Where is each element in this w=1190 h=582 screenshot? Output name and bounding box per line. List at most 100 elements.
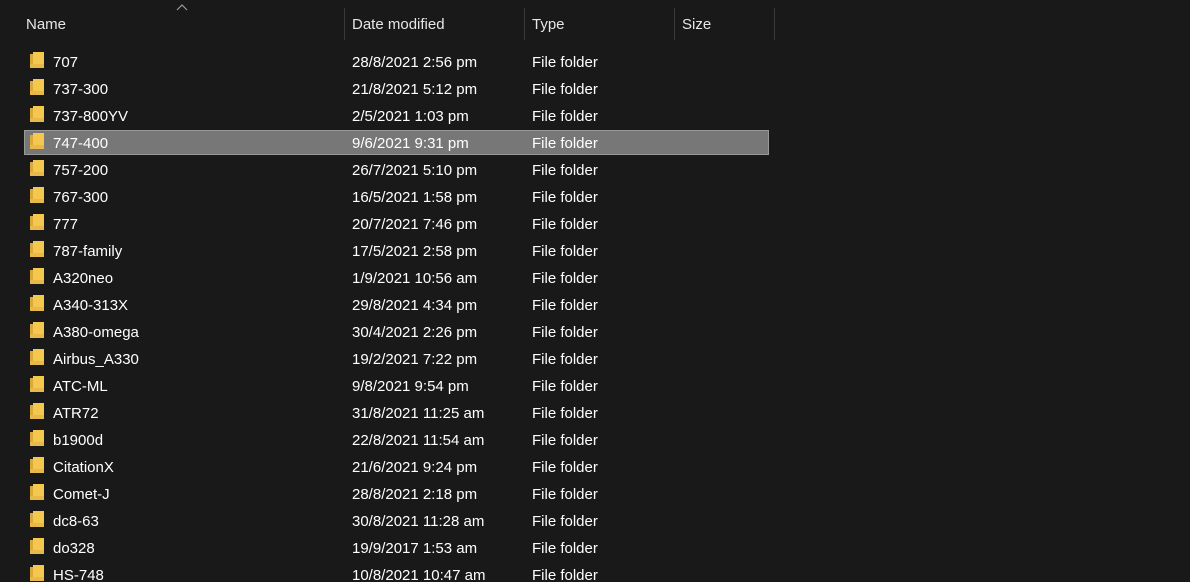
file-name: 777 bbox=[53, 216, 79, 233]
file-name: Comet-J bbox=[53, 486, 110, 503]
file-date-modified: 21/6/2021 9:24 pm bbox=[352, 459, 478, 476]
folder-icon bbox=[30, 295, 44, 311]
file-row[interactable]: 787-family 17/5/2021 2:58 pm File folder bbox=[24, 238, 769, 263]
file-date-modified: 17/5/2021 2:58 pm bbox=[352, 243, 478, 260]
column-header-name[interactable]: Name bbox=[20, 6, 344, 40]
file-date-modified: 10/8/2021 10:47 am bbox=[352, 567, 486, 582]
file-type: File folder bbox=[532, 162, 598, 179]
file-row[interactable]: do328 19/9/2017 1:53 am File folder bbox=[24, 535, 769, 560]
file-type: File folder bbox=[532, 297, 598, 314]
file-date-modified: 31/8/2021 11:25 am bbox=[352, 405, 485, 422]
file-row[interactable]: CitationX 21/6/2021 9:24 pm File folder bbox=[24, 454, 769, 479]
file-row[interactable]: 777 20/7/2021 7:46 pm File folder bbox=[24, 211, 769, 236]
folder-icon bbox=[30, 403, 44, 419]
file-row[interactable]: 767-300 16/5/2021 1:58 pm File folder bbox=[24, 184, 769, 209]
folder-icon bbox=[30, 376, 44, 392]
folder-icon bbox=[30, 322, 44, 338]
folder-icon bbox=[30, 79, 44, 95]
file-type: File folder bbox=[532, 135, 598, 152]
file-row[interactable]: Airbus_A330 19/2/2021 7:22 pm File folder bbox=[24, 346, 769, 371]
file-row[interactable]: 737-800YV 2/5/2021 1:03 pm File folder bbox=[24, 103, 769, 128]
file-type: File folder bbox=[532, 405, 598, 422]
file-row[interactable]: Comet-J 28/8/2021 2:18 pm File folder bbox=[24, 481, 769, 506]
column-header-date-modified[interactable]: Date modified bbox=[346, 6, 524, 40]
folder-icon bbox=[30, 565, 44, 581]
column-divider[interactable] bbox=[774, 8, 775, 40]
file-row[interactable]: A380-omega 30/4/2021 2:26 pm File folder bbox=[24, 319, 769, 344]
folder-icon bbox=[30, 133, 44, 149]
file-type: File folder bbox=[532, 270, 598, 287]
file-date-modified: 28/8/2021 2:18 pm bbox=[352, 486, 478, 503]
file-row[interactable]: HS-748 10/8/2021 10:47 am File folder bbox=[24, 562, 769, 582]
file-name: 747-400 bbox=[53, 135, 109, 152]
folder-icon bbox=[30, 511, 44, 527]
file-row[interactable]: A340-313X 29/8/2021 4:34 pm File folder bbox=[24, 292, 769, 317]
folder-icon bbox=[30, 430, 44, 446]
file-name: 767-300 bbox=[53, 189, 109, 206]
file-type: File folder bbox=[532, 216, 598, 233]
file-name: ATR72 bbox=[53, 405, 99, 422]
column-header-type[interactable]: Type bbox=[526, 6, 674, 40]
column-header-size[interactable]: Size bbox=[676, 6, 774, 40]
file-name: 757-200 bbox=[53, 162, 109, 179]
file-name: CitationX bbox=[53, 459, 114, 476]
file-row[interactable]: b1900d 22/8/2021 11:54 am File folder bbox=[24, 427, 769, 452]
file-name: A380-omega bbox=[53, 324, 139, 341]
file-date-modified: 2/5/2021 1:03 pm bbox=[352, 108, 469, 125]
folder-icon bbox=[30, 457, 44, 473]
file-type: File folder bbox=[532, 513, 598, 530]
file-date-modified: 20/7/2021 7:46 pm bbox=[352, 216, 478, 233]
file-type: File folder bbox=[532, 486, 598, 503]
file-date-modified: 16/5/2021 1:58 pm bbox=[352, 189, 478, 206]
file-row[interactable]: ATC-ML 9/8/2021 9:54 pm File folder bbox=[24, 373, 769, 398]
column-divider[interactable] bbox=[344, 8, 345, 40]
file-type: File folder bbox=[532, 243, 598, 260]
file-name: do328 bbox=[53, 540, 95, 557]
file-name: A340-313X bbox=[53, 297, 129, 314]
folder-icon bbox=[30, 160, 44, 176]
file-row[interactable]: 757-200 26/7/2021 5:10 pm File folder bbox=[24, 157, 769, 182]
file-name: dc8-63 bbox=[53, 513, 99, 530]
folder-icon bbox=[30, 214, 44, 230]
file-type: File folder bbox=[532, 108, 598, 125]
file-name: A320neo bbox=[53, 270, 114, 287]
folder-icon bbox=[30, 484, 44, 500]
file-date-modified: 28/8/2021 2:56 pm bbox=[352, 54, 478, 71]
column-divider[interactable] bbox=[524, 8, 525, 40]
file-name: 787-family bbox=[53, 243, 123, 260]
file-type: File folder bbox=[532, 459, 598, 476]
file-name: 737-300 bbox=[53, 81, 109, 98]
file-name: HS-748 bbox=[53, 567, 104, 582]
file-type: File folder bbox=[532, 378, 598, 395]
column-divider[interactable] bbox=[674, 8, 675, 40]
file-date-modified: 1/9/2021 10:56 am bbox=[352, 270, 478, 287]
file-date-modified: 29/8/2021 4:34 pm bbox=[352, 297, 478, 314]
file-row[interactable]: dc8-63 30/8/2021 11:28 am File folder bbox=[24, 508, 769, 533]
file-date-modified: 30/4/2021 2:26 pm bbox=[352, 324, 478, 341]
folder-icon bbox=[30, 538, 44, 554]
file-row[interactable]: A320neo 1/9/2021 10:56 am File folder bbox=[24, 265, 769, 290]
folder-icon bbox=[30, 241, 44, 257]
folder-icon bbox=[30, 187, 44, 203]
file-name: ATC-ML bbox=[53, 378, 108, 395]
file-date-modified: 9/8/2021 9:54 pm bbox=[352, 378, 469, 395]
file-type: File folder bbox=[532, 540, 598, 557]
file-type: File folder bbox=[532, 351, 598, 368]
file-date-modified: 21/8/2021 5:12 pm bbox=[352, 81, 478, 98]
file-row[interactable]: ATR72 31/8/2021 11:25 am File folder bbox=[24, 400, 769, 425]
file-type: File folder bbox=[532, 324, 598, 341]
file-row[interactable]: 737-300 21/8/2021 5:12 pm File folder bbox=[24, 76, 769, 101]
folder-icon bbox=[30, 52, 44, 68]
file-type: File folder bbox=[532, 189, 598, 206]
file-name: 737-800YV bbox=[53, 108, 129, 125]
file-type: File folder bbox=[532, 432, 598, 449]
file-type: File folder bbox=[532, 81, 598, 98]
file-date-modified: 19/9/2017 1:53 am bbox=[352, 540, 478, 557]
file-name: 707 bbox=[53, 54, 79, 71]
file-date-modified: 22/8/2021 11:54 am bbox=[352, 432, 485, 449]
file-date-modified: 26/7/2021 5:10 pm bbox=[352, 162, 478, 179]
file-row[interactable]: 747-400 9/6/2021 9:31 pm File folder bbox=[24, 130, 769, 155]
file-type: File folder bbox=[532, 567, 598, 582]
file-row[interactable]: 707 28/8/2021 2:56 pm File folder bbox=[24, 49, 769, 74]
file-type: File folder bbox=[532, 54, 598, 71]
